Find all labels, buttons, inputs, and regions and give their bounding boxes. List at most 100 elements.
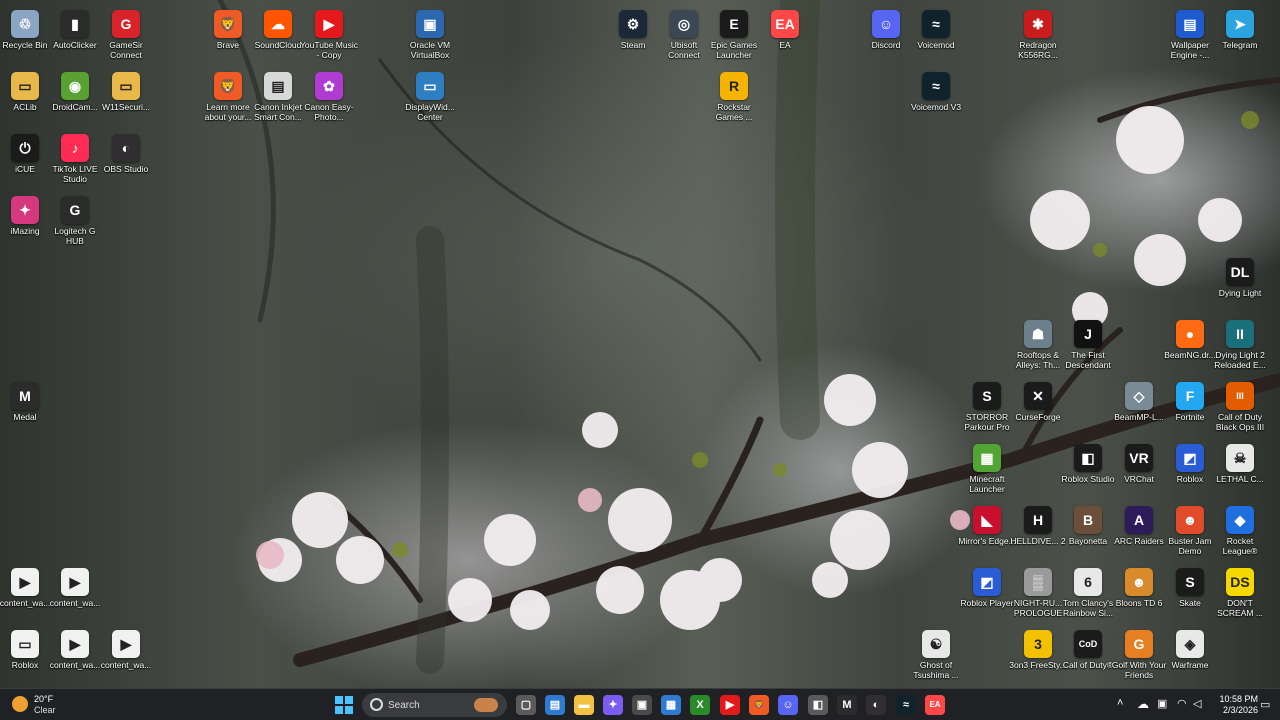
medal-icon[interactable]: M bbox=[837, 695, 857, 715]
widgets-icon[interactable]: ▤ bbox=[545, 695, 565, 715]
onedrive-icon[interactable]: ☁ bbox=[1137, 697, 1149, 711]
gamesir-icon: G bbox=[112, 10, 140, 38]
copilot-icon[interactable]: ✦ bbox=[603, 695, 623, 715]
desktop-icon[interactable]: 6 Tom Clancy's Rainbow Si... bbox=[1059, 563, 1117, 618]
desktop-icon[interactable]: ◈ Warframe bbox=[1161, 625, 1219, 670]
task-view-icon[interactable]: ▢ bbox=[516, 695, 536, 715]
desktop-icon[interactable]: ◇ BeamMP-L... bbox=[1110, 377, 1168, 422]
desktop-icon[interactable]: G Golf With Your Friends bbox=[1110, 625, 1168, 680]
desktop-icon[interactable]: M Medal bbox=[0, 377, 54, 422]
desktop-icon[interactable]: ♪ TikTok LIVE Studio bbox=[46, 129, 104, 184]
roblox-studio-icon[interactable]: ◧ bbox=[808, 695, 828, 715]
app-tray-icon[interactable]: ▣ bbox=[1157, 697, 1167, 710]
desktop-icon[interactable]: II Dying Light 2 Reloaded E... bbox=[1211, 315, 1269, 370]
youtube-music-icon[interactable]: ▶ bbox=[720, 695, 740, 715]
desktop-icon[interactable]: ◧ Roblox Studio bbox=[1059, 439, 1117, 484]
start-button[interactable] bbox=[335, 693, 357, 717]
desktop-icon[interactable]: ▦ Minecraft Launcher bbox=[958, 439, 1016, 494]
notification-button[interactable]: ▭ bbox=[1258, 693, 1274, 717]
desktop-icon[interactable]: ▶ YouTube Music - Copy bbox=[300, 5, 358, 60]
steam-icon: ⚙ bbox=[619, 10, 647, 38]
desktop-icon[interactable]: J The First Descendant bbox=[1059, 315, 1117, 370]
desktop-icon-label: Logitech G HUB bbox=[54, 226, 96, 246]
desktop-icon[interactable]: ▣ Oracle VM VirtualBox bbox=[401, 5, 459, 60]
desktop-icon[interactable]: ▮ AutoClicker bbox=[46, 5, 104, 50]
desktop-icon[interactable]: ☻ Bloons TD 6 bbox=[1110, 563, 1168, 608]
tiktok-icon: ♪ bbox=[61, 134, 89, 162]
desktop-icon[interactable]: G Logitech G HUB bbox=[46, 191, 104, 246]
voicemod-icon[interactable]: ≈ bbox=[896, 695, 916, 715]
roblox-studio-icon: ◧ bbox=[1074, 444, 1102, 472]
desktop-icon[interactable]: ◆ Rocket League® bbox=[1211, 501, 1269, 556]
search-placeholder: Search bbox=[388, 700, 420, 711]
weather-widget[interactable]: 20°F Clear bbox=[10, 693, 70, 717]
wallpaper-engine-icon: ▤ bbox=[1176, 10, 1204, 38]
desktop-icon-label: ARC Raiders bbox=[1114, 536, 1164, 546]
desktop-icon[interactable]: DL Dying Light bbox=[1211, 253, 1269, 298]
desktop-icon[interactable]: ◐ OBS Studio bbox=[97, 129, 155, 174]
obs-icon: ◐ bbox=[112, 134, 140, 162]
warframe-icon: ◈ bbox=[1176, 630, 1204, 658]
desktop-icon[interactable]: S STORROR Parkour Pro bbox=[958, 377, 1016, 432]
desktop-icon[interactable]: ➤ Telegram bbox=[1211, 5, 1269, 50]
desktop-icon[interactable]: ▶ content_wa... bbox=[46, 563, 104, 608]
desktop-icon[interactable]: ◣ Mirror's Edge... bbox=[958, 501, 1016, 546]
store-icon[interactable]: ▦ bbox=[661, 695, 681, 715]
desktop[interactable]: ♲ Recycle Bin ▮ AutoClicker G GameSir Connect… bbox=[0, 0, 1280, 688]
desktop-icon[interactable]: ☁ SoundCloud bbox=[249, 5, 307, 50]
desktop-icon-label: BeamMP-L... bbox=[1114, 412, 1164, 422]
weather-temp: 20°F bbox=[34, 694, 54, 704]
desktop-icon[interactable]: ≈ Voicemod V3 bbox=[907, 67, 965, 112]
bell-icon: ▭ bbox=[1260, 699, 1271, 711]
chevron-up-icon[interactable]: ˄ bbox=[1117, 697, 1123, 709]
soundcloud-icon: ☁ bbox=[264, 10, 292, 38]
system-tray: ˄ ☁ ▣ ◠ ◁ bbox=[1115, 693, 1205, 717]
desktop-icon[interactable]: III Call of Duty Black Ops III bbox=[1211, 377, 1269, 432]
desktop-icon[interactable]: ▤ Canon Inkjet Smart Con... bbox=[249, 67, 307, 122]
desktop-icon[interactable]: ✱ Redragon K556RG... bbox=[1009, 5, 1067, 60]
desktop-icon[interactable]: ▭ W11Securi... bbox=[97, 67, 155, 112]
obs-icon[interactable]: ◐ bbox=[866, 695, 886, 715]
desktop-icon[interactable]: B Bayonetta bbox=[1059, 501, 1117, 546]
desktop-icon[interactable]: ✕ CurseForge bbox=[1009, 377, 1067, 422]
beamng-icon: ● bbox=[1176, 320, 1204, 348]
desktop-icon[interactable]: ☠ LETHAL C... bbox=[1211, 439, 1269, 484]
rainbow-six-icon: 6 bbox=[1074, 568, 1102, 596]
desktop-icon[interactable]: A ARC Raiders bbox=[1110, 501, 1168, 546]
desktop-icon[interactable]: E Epic Games Launcher bbox=[705, 5, 763, 60]
desktop-icon[interactable]: R Rockstar Games ... bbox=[705, 67, 763, 122]
desktop-icon[interactable]: ▭ DisplayWid... Center bbox=[401, 67, 459, 122]
desktop-icon[interactable]: ◩ Roblox Player bbox=[958, 563, 1016, 608]
clock[interactable]: 10:58 PM 2/3/2026 bbox=[1210, 693, 1258, 717]
xbox-icon[interactable]: X bbox=[690, 695, 710, 715]
discord-icon[interactable]: ☺ bbox=[778, 695, 798, 715]
desktop-icon-label: Call of Duty Black Ops III bbox=[1215, 412, 1265, 432]
desktop-icon-label: Rocket League® bbox=[1222, 536, 1258, 556]
desktop-icon[interactable]: ▶ content_wa... bbox=[97, 625, 155, 670]
desktop-icon[interactable]: ▶ content_wa... bbox=[46, 625, 104, 670]
roblox-file-icon: ▭ bbox=[11, 630, 39, 658]
displaywidget-icon: ▭ bbox=[416, 72, 444, 100]
search-box[interactable]: Search bbox=[362, 693, 507, 717]
desktop-icon[interactable]: DS DON'T SCREAM ... bbox=[1211, 563, 1269, 618]
ghost-of-tsushima-icon: ☯ bbox=[922, 630, 950, 658]
desktop-icon[interactable]: CoD Call of Duty® bbox=[1059, 625, 1117, 670]
ea-icon[interactable]: EA bbox=[925, 695, 945, 715]
brave-icon[interactable]: 🦁 bbox=[749, 695, 769, 715]
desktop-icon[interactable]: VR VRChat bbox=[1110, 439, 1168, 484]
snipping-icon[interactable]: ▣ bbox=[632, 695, 652, 715]
buster-jam-icon: ☻ bbox=[1176, 506, 1204, 534]
file-explorer-icon[interactable]: ▬ bbox=[574, 695, 594, 715]
recycle-bin-icon: ♲ bbox=[11, 10, 39, 38]
dont-scream-icon: DS bbox=[1226, 568, 1254, 596]
ubisoft-icon: ◎ bbox=[670, 10, 698, 38]
volume-icon[interactable]: ◁ bbox=[1193, 697, 1201, 710]
desktop-icon[interactable]: ⚙ Steam bbox=[604, 5, 662, 50]
desktop-icon[interactable]: ✿ Canon Easy-Photo... bbox=[300, 67, 358, 122]
desktop-icon[interactable]: G GameSir Connect bbox=[97, 5, 155, 60]
desktop-icon[interactable]: ≈ Voicemod bbox=[907, 5, 965, 50]
desktop-icon[interactable]: ☯ Ghost of Tsushima ... bbox=[907, 625, 965, 680]
desktop-icon[interactable]: EA EA bbox=[756, 5, 814, 50]
desktop-icon[interactable]: ◉ DroidCam... bbox=[46, 67, 104, 112]
wifi-icon[interactable]: ◠ bbox=[1177, 697, 1187, 710]
